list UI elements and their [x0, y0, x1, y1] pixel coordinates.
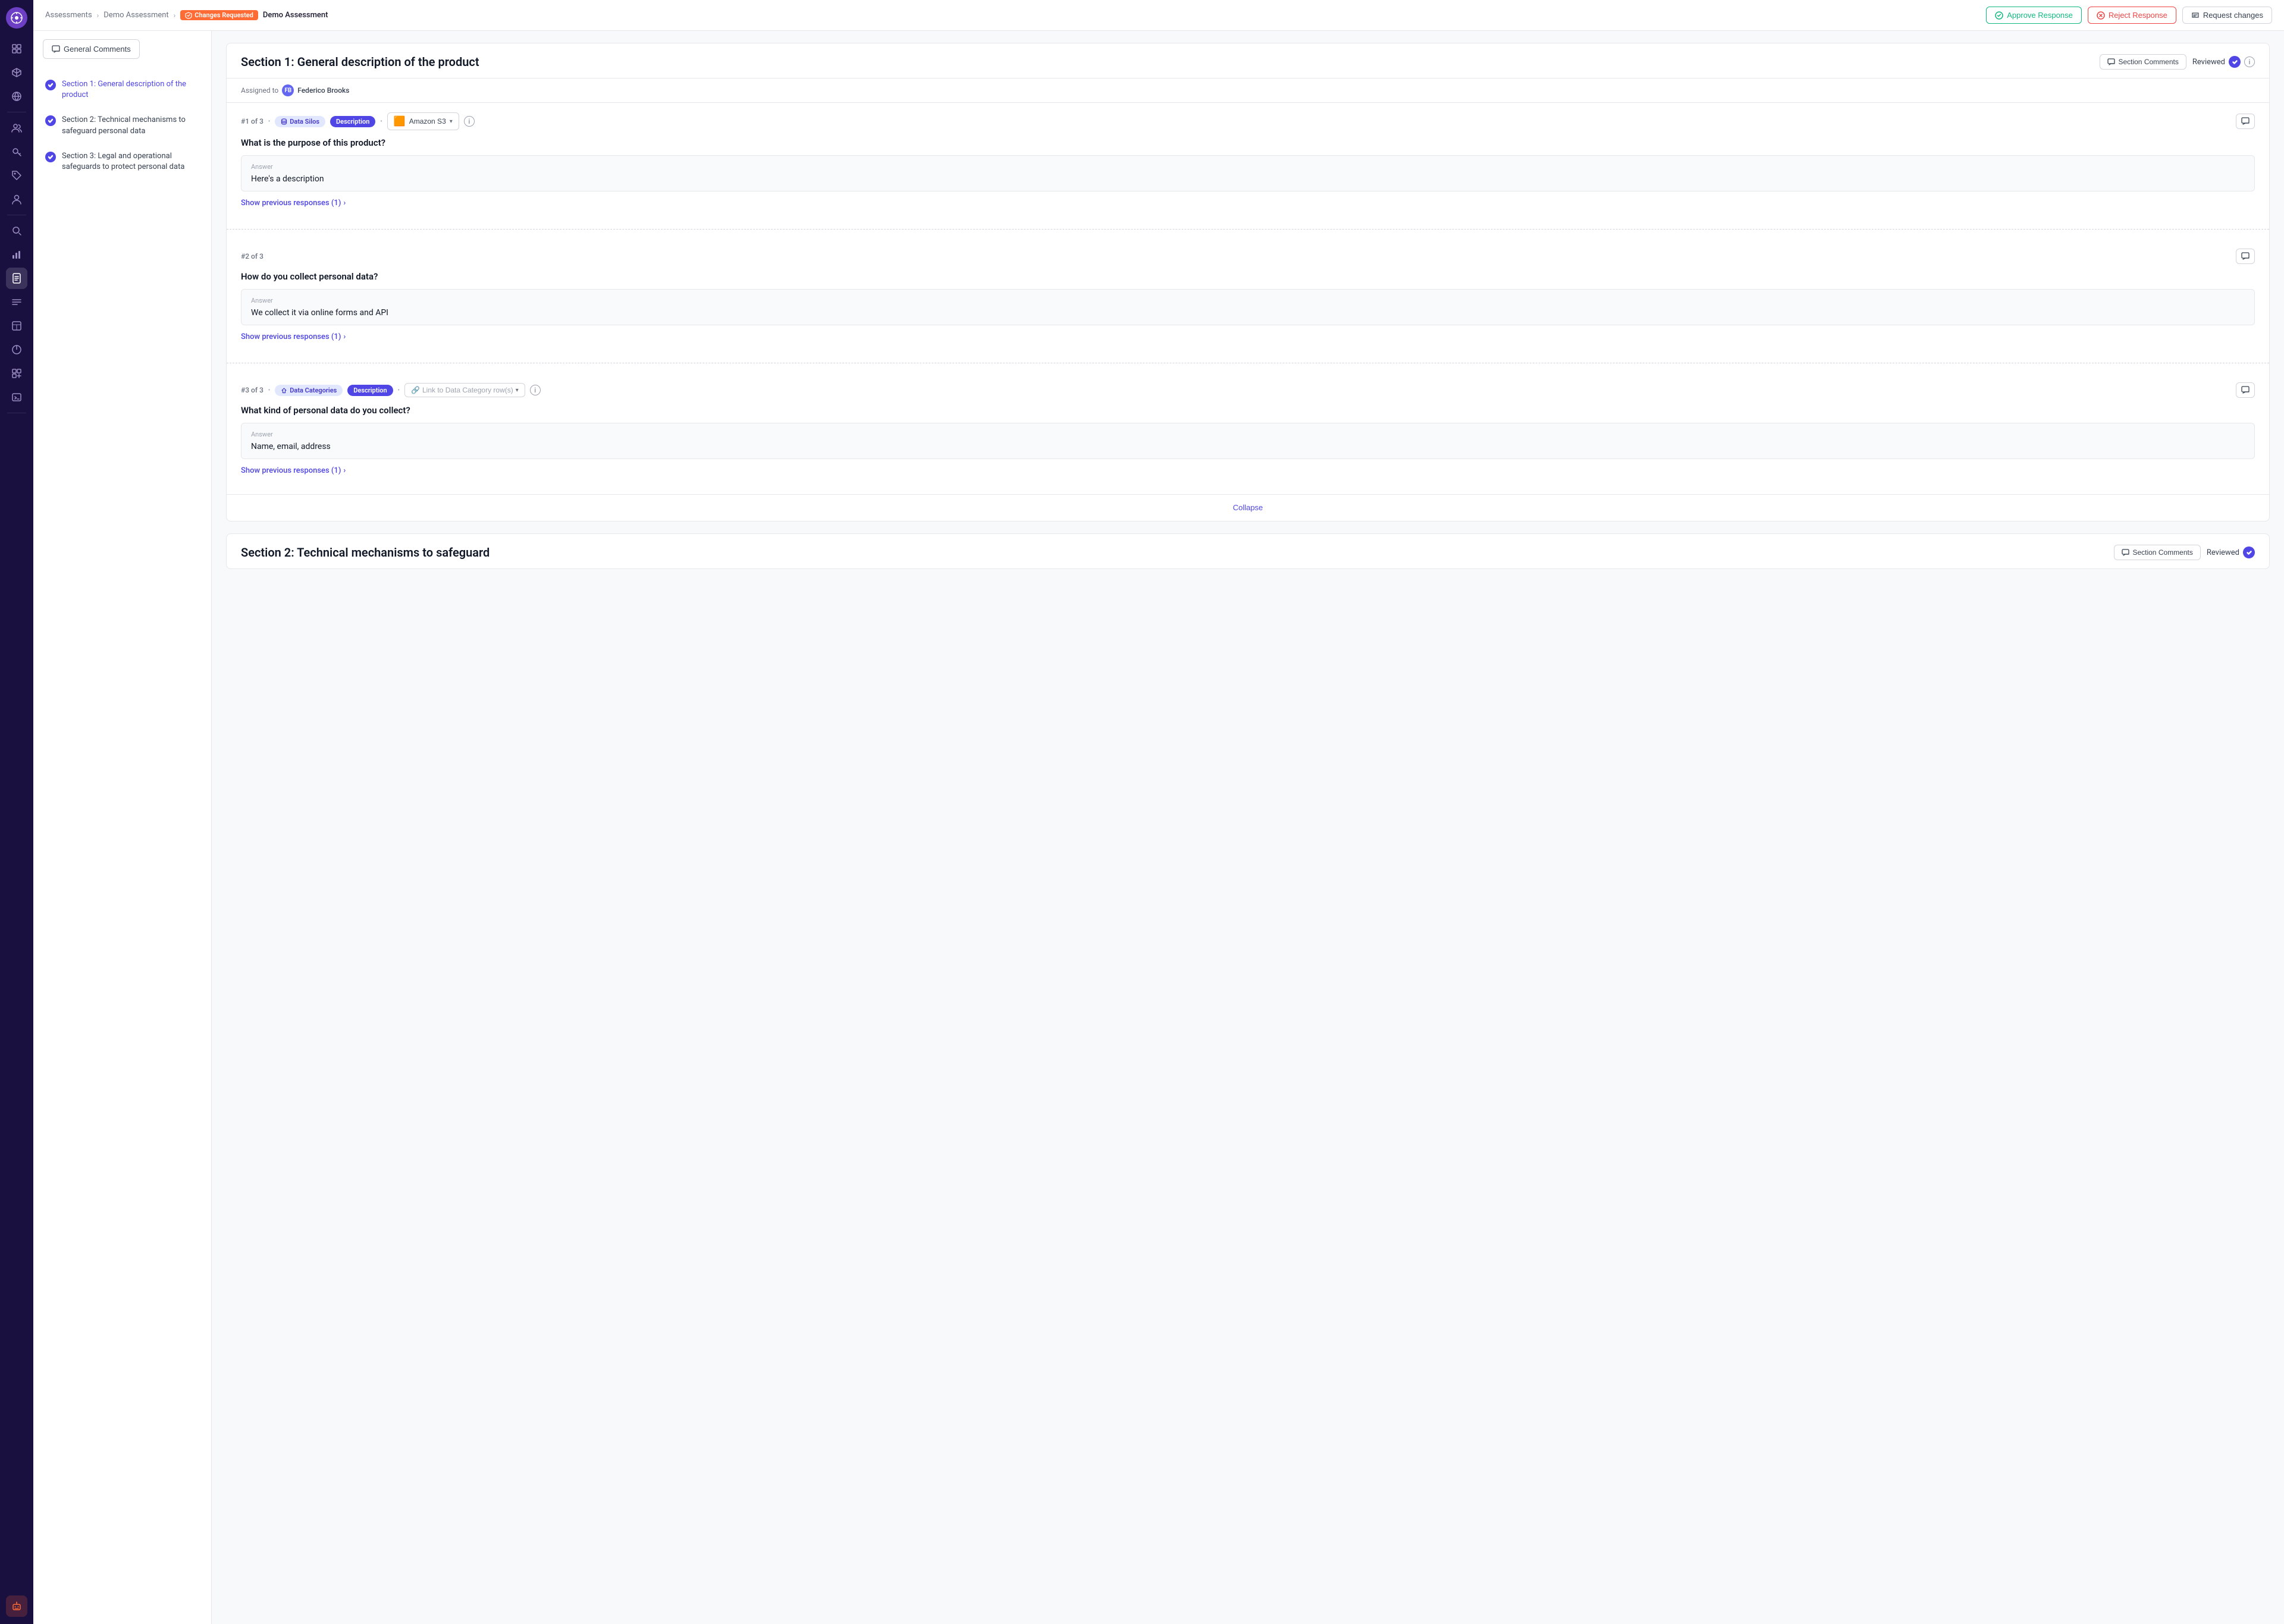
section-1-info-icon[interactable]: i	[2244, 56, 2255, 67]
assigned-to: Assigned to FB Federico Brooks	[227, 78, 2269, 103]
collapse-button[interactable]: Collapse	[1233, 503, 1263, 512]
show-prev-responses-2[interactable]: Show previous responses (1) ›	[241, 332, 2255, 341]
tag-description-3: Description	[347, 385, 393, 396]
body-area: General Comments Section 1: General desc…	[33, 31, 2284, 1624]
reject-response-button[interactable]: Reject Response	[2088, 7, 2176, 24]
reviewed-badge: Reviewed i	[2192, 56, 2255, 68]
section-1-card: Section 1: General description of the pr…	[226, 43, 2270, 522]
question-1-num: #1 of 3	[241, 117, 263, 125]
breadcrumb-current: Demo Assessment	[263, 11, 328, 20]
left-panel: General Comments Section 1: General desc…	[33, 31, 212, 1624]
question-2-meta: #2 of 3	[241, 249, 2255, 264]
question-2-num: #2 of 3	[241, 252, 263, 260]
tag-nav-icon[interactable]	[6, 165, 27, 186]
section-2-title: Section 2: Technical mechanisms to safeg…	[241, 545, 490, 560]
answer-box-1: Answer Here's a description	[241, 155, 2255, 191]
answer-label-3: Answer	[251, 431, 2245, 438]
question-1-comment-button[interactable]	[2236, 114, 2255, 129]
answer-label-2: Answer	[251, 297, 2245, 304]
chart-nav-icon[interactable]	[6, 244, 27, 265]
question-1-text: What is the purpose of this product?	[241, 137, 2255, 148]
tag-data-silos[interactable]: Data Silos	[275, 116, 325, 127]
section-1-title: Section 1: General description of the pr…	[241, 55, 479, 69]
breadcrumb-sep-2: ›	[174, 11, 176, 20]
answer-text-3: Name, email, address	[251, 442, 2245, 451]
question-3-meta: #3 of 3 • Data Categories Description • …	[241, 382, 2255, 398]
main-wrapper: Assessments › Demo Assessment › Changes …	[33, 0, 2284, 1624]
key-nav-icon[interactable]	[6, 141, 27, 162]
search-nav-icon[interactable]	[6, 220, 27, 241]
section-2-header-right: Section Comments Reviewed	[2114, 545, 2255, 560]
question-2-text: How do you collect personal data?	[241, 271, 2255, 282]
box-nav-icon[interactable]	[6, 62, 27, 83]
breadcrumb-demo[interactable]: Demo Assessment	[103, 11, 168, 20]
answer-text-1: Here's a description	[251, 174, 2245, 184]
question-1-info-icon[interactable]: i	[464, 116, 475, 127]
tag-description-1: Description	[330, 116, 375, 127]
globe-nav-icon[interactable]	[6, 86, 27, 107]
section-2-card: Section 2: Technical mechanisms to safeg…	[226, 533, 2270, 569]
assignee-name: Federico Brooks	[297, 86, 349, 95]
question-3-comment-button[interactable]	[2236, 382, 2255, 398]
terminal-nav-icon[interactable]	[6, 387, 27, 408]
section-2-reviewed-check-icon	[2243, 546, 2255, 558]
plugin-nav-icon[interactable]	[6, 363, 27, 384]
answer-text-2: We collect it via online forms and API	[251, 308, 2245, 318]
general-comments-button[interactable]: General Comments	[43, 39, 140, 59]
section-nav-item-1[interactable]: Section 1: General description of the pr…	[33, 72, 211, 108]
assignee-avatar: FB	[282, 84, 294, 96]
section-nav-item-3[interactable]: Section 3: Legal and operational safegua…	[33, 144, 211, 180]
top-nav-actions: Approve Response Reject Response Request…	[1986, 7, 2272, 24]
question-3-num: #3 of 3	[241, 386, 263, 394]
question-3-text: What kind of personal data do you collec…	[241, 405, 2255, 416]
section-1-comments-button[interactable]: Section Comments	[2100, 54, 2186, 70]
reviewed-check-icon	[2229, 56, 2241, 68]
breadcrumb: Assessments › Demo Assessment › Changes …	[45, 10, 328, 20]
amazon-s3-selector[interactable]: 🟧 Amazon S3 ▾	[387, 112, 459, 130]
link-data-category-selector[interactable]: 🔗 Link to Data Category row(s) ▾	[404, 383, 525, 397]
question-block-1: #1 of 3 • Data Silos Description • 🟧 Ama…	[227, 103, 2269, 227]
approve-response-button[interactable]: Approve Response	[1986, 7, 2082, 24]
cube-nav-icon[interactable]	[6, 38, 27, 59]
question-1-meta: #1 of 3 • Data Silos Description • 🟧 Ama…	[241, 112, 2255, 130]
person-nav-icon[interactable]	[6, 189, 27, 210]
section-1-check-icon	[45, 80, 56, 90]
breadcrumb-assessments[interactable]: Assessments	[45, 11, 92, 20]
robot-nav-icon[interactable]	[6, 1595, 27, 1617]
section-2-comments-button[interactable]: Section Comments	[2114, 545, 2200, 560]
question-block-3: #3 of 3 • Data Categories Description • …	[227, 373, 2269, 494]
section-nav: Section 1: General description of the pr…	[33, 67, 211, 184]
section-1-header-right: Section Comments Reviewed i	[2100, 54, 2255, 70]
section-nav-item-2[interactable]: Section 2: Technical mechanisms to safeg…	[33, 108, 211, 143]
users-nav-icon[interactable]	[6, 117, 27, 139]
show-prev-responses-1[interactable]: Show previous responses (1) ›	[241, 199, 2255, 208]
question-2-comment-button[interactable]	[2236, 249, 2255, 264]
answer-label-1: Answer	[251, 163, 2245, 171]
tag-data-categories[interactable]: Data Categories	[275, 385, 343, 396]
section-2-check-icon	[45, 115, 56, 126]
filter-nav-icon[interactable]	[6, 339, 27, 360]
breadcrumb-badge: Changes Requested	[180, 10, 258, 20]
show-prev-responses-3[interactable]: Show previous responses (1) ›	[241, 466, 2255, 475]
table-nav-icon[interactable]	[6, 315, 27, 337]
sidebar	[0, 0, 33, 1624]
section-1-header: Section 1: General description of the pr…	[227, 43, 2269, 78]
top-nav: Assessments › Demo Assessment › Changes …	[33, 0, 2284, 31]
collapse-row: Collapse	[227, 494, 2269, 521]
answer-box-2: Answer We collect it via online forms an…	[241, 289, 2255, 325]
section-2-reviewed-badge: Reviewed	[2207, 546, 2255, 558]
question-block-2: #2 of 3 How do you collect personal data…	[227, 239, 2269, 360]
question-3-info-icon[interactable]: i	[530, 385, 541, 395]
section-3-check-icon	[45, 152, 56, 162]
app-logo[interactable]	[6, 7, 27, 29]
answer-box-3: Answer Name, email, address	[241, 423, 2255, 459]
main-content: Section 1: General description of the pr…	[212, 31, 2284, 1624]
list-nav-icon[interactable]	[6, 291, 27, 313]
document-nav-icon[interactable]	[6, 268, 27, 289]
question-divider-1	[227, 229, 2269, 230]
breadcrumb-sep-1: ›	[97, 11, 99, 20]
request-changes-button[interactable]: Request changes	[2182, 7, 2272, 24]
